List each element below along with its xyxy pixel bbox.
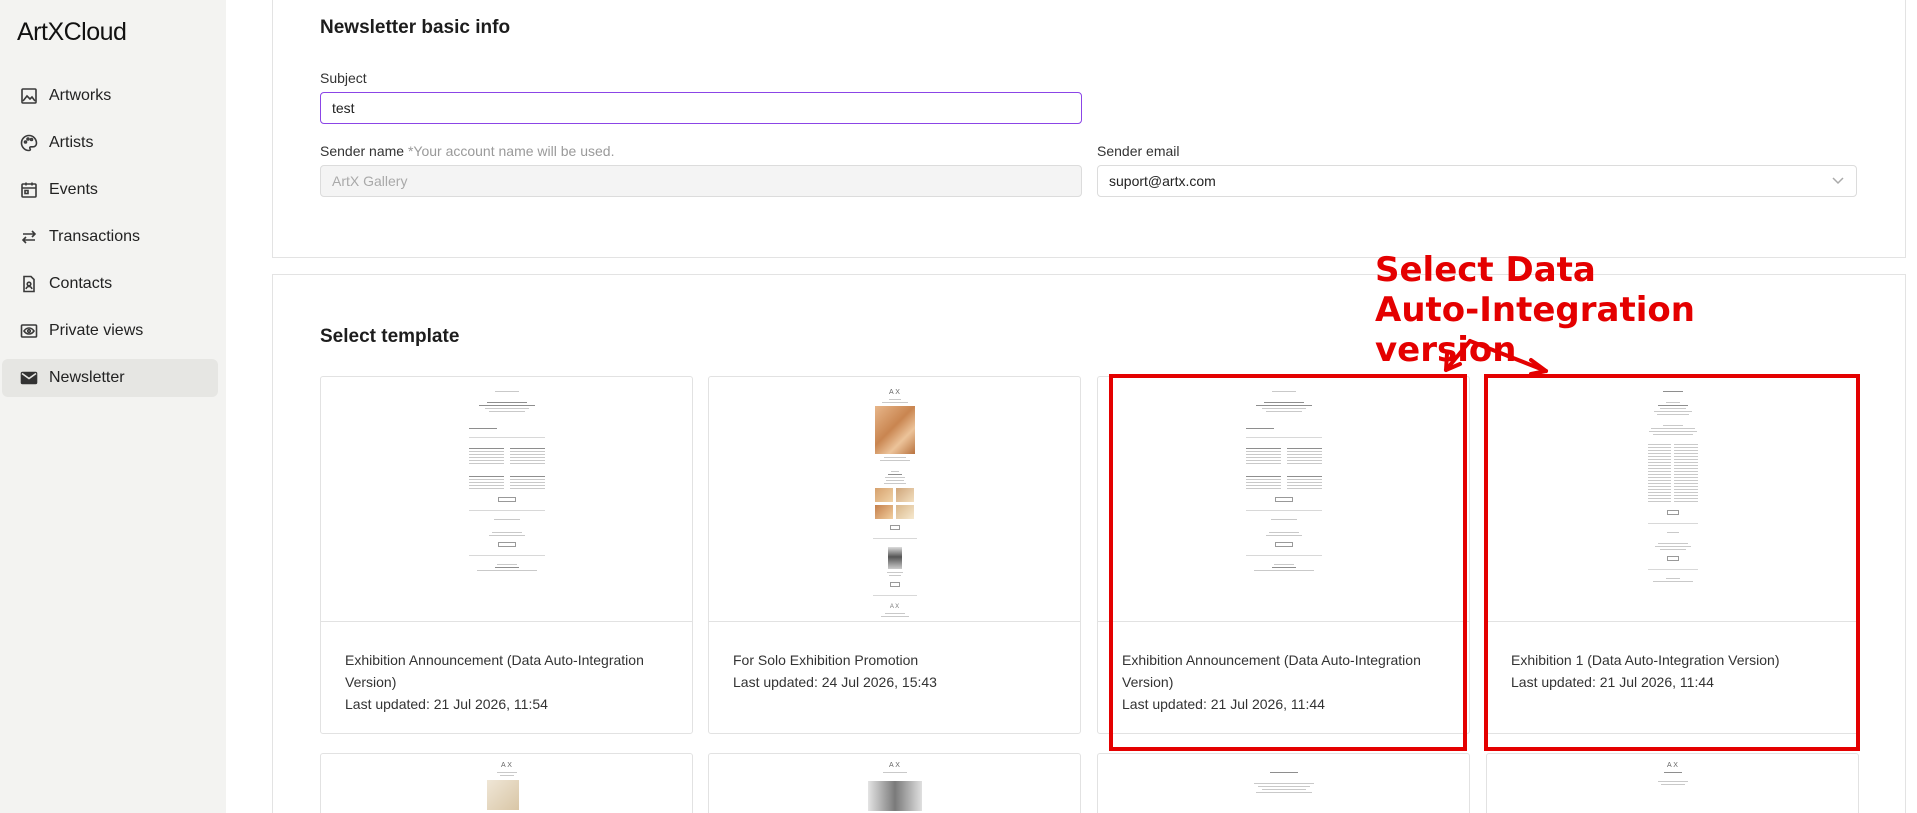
template-card-item[interactable]: A X bbox=[320, 753, 693, 813]
template-info: Exhibition Announcement (Data Auto-Integ… bbox=[1122, 649, 1452, 715]
template-card-item[interactable]: A X bbox=[708, 753, 1081, 813]
template-updated: Last updated: 21 Jul 2026, 11:54 bbox=[345, 696, 548, 712]
select-template-title: Select template bbox=[320, 326, 460, 347]
template-thumbnail: A X bbox=[867, 762, 923, 811]
sidebar: ArtXCloud Artworks Artists Events Transa… bbox=[0, 0, 226, 813]
image-icon bbox=[19, 86, 39, 106]
template-updated: Last updated: 24 Jul 2026, 15:43 bbox=[733, 674, 937, 690]
template-card-item[interactable] bbox=[1097, 753, 1470, 813]
template-updated: Last updated: 21 Jul 2026, 11:44 bbox=[1122, 696, 1325, 712]
template-card-item[interactable]: A X bbox=[1486, 753, 1859, 813]
basic-info-title: Newsletter basic info bbox=[320, 17, 511, 38]
template-card-item[interactable]: Exhibition Announcement (Data Auto-Integ… bbox=[1097, 376, 1470, 734]
template-name: Exhibition 1 (Data Auto-Integration Vers… bbox=[1511, 652, 1780, 668]
template-thumbnail bbox=[1487, 377, 1858, 622]
subject-label: Subject bbox=[320, 70, 367, 86]
template-card-item[interactable]: A X bbox=[708, 376, 1081, 734]
app-root: ArtXCloud Artworks Artists Events Transa… bbox=[0, 0, 1917, 813]
basic-info-card bbox=[272, 0, 1906, 258]
sidebar-item-label: Private views bbox=[49, 322, 144, 339]
template-name: Exhibition Announcement (Data Auto-Integ… bbox=[345, 652, 644, 690]
subject-value: test bbox=[332, 100, 355, 116]
template-card-item[interactable]: Exhibition 1 (Data Auto-Integration Vers… bbox=[1486, 376, 1859, 734]
calendar-icon bbox=[19, 180, 39, 200]
sidebar-item-contacts[interactable]: Contacts bbox=[2, 265, 218, 303]
sender-name-field: ArtX Gallery bbox=[320, 165, 1082, 197]
template-info: For Solo Exhibition Promotion Last updat… bbox=[733, 649, 1063, 693]
sidebar-item-label: Artists bbox=[49, 134, 94, 151]
sender-email-value: suport@artx.com bbox=[1109, 173, 1216, 189]
sidebar-item-label: Newsletter bbox=[49, 369, 125, 386]
sender-email-select[interactable]: suport@artx.com bbox=[1097, 165, 1857, 197]
palette-icon bbox=[19, 133, 39, 153]
sender-email-label: Sender email bbox=[1097, 143, 1180, 159]
sidebar-item-label: Artworks bbox=[49, 87, 112, 104]
sidebar-item-artworks[interactable]: Artworks bbox=[2, 77, 218, 115]
sender-name-label: Sender name bbox=[320, 143, 405, 159]
sender-name-value: ArtX Gallery bbox=[332, 173, 408, 189]
sidebar-item-transactions[interactable]: Transactions bbox=[2, 218, 218, 256]
template-thumbnail bbox=[321, 377, 692, 622]
sender-name-hint: *Your account name will be used. bbox=[407, 143, 615, 159]
envelope-icon bbox=[19, 368, 39, 388]
chevron-down-icon bbox=[1831, 173, 1845, 190]
template-thumbnail: A X bbox=[486, 762, 527, 810]
sidebar-item-label: Events bbox=[49, 181, 98, 198]
template-updated: Last updated: 21 Jul 2026, 11:44 bbox=[1511, 674, 1714, 690]
subject-input[interactable]: test bbox=[320, 92, 1082, 124]
sidebar-item-label: Contacts bbox=[49, 275, 113, 292]
contact-file-icon bbox=[19, 274, 39, 294]
template-thumbnail bbox=[1098, 377, 1469, 622]
template-info: Exhibition Announcement (Data Auto-Integ… bbox=[345, 649, 675, 715]
template-name: For Solo Exhibition Promotion bbox=[733, 652, 919, 668]
sidebar-item-artists[interactable]: Artists bbox=[2, 124, 218, 162]
sidebar-item-events[interactable]: Events bbox=[2, 171, 218, 209]
eye-icon bbox=[19, 321, 39, 341]
template-thumbnail: A X bbox=[1653, 762, 1693, 787]
template-name: Exhibition Announcement (Data Auto-Integ… bbox=[1122, 652, 1421, 690]
sidebar-item-label: Transactions bbox=[49, 228, 140, 245]
template-thumbnail: A X bbox=[709, 377, 1080, 622]
sender-name-label-group: Sender name *Your account name will be u… bbox=[320, 143, 614, 159]
sidebar-item-newsletter[interactable]: Newsletter bbox=[2, 359, 218, 397]
template-thumbnail bbox=[1249, 770, 1319, 795]
sidebar-item-private-views[interactable]: Private views bbox=[2, 312, 218, 350]
template-card-item[interactable]: Exhibition Announcement (Data Auto-Integ… bbox=[320, 376, 693, 734]
sidebar-nav: Artworks Artists Events Transactions Con… bbox=[0, 77, 226, 406]
template-info: Exhibition 1 (Data Auto-Integration Vers… bbox=[1511, 649, 1841, 693]
annotation-label: Select Data Auto-Integration version bbox=[1375, 250, 1695, 370]
swap-arrows-icon bbox=[19, 227, 39, 247]
app-logo[interactable]: ArtXCloud bbox=[17, 18, 127, 47]
